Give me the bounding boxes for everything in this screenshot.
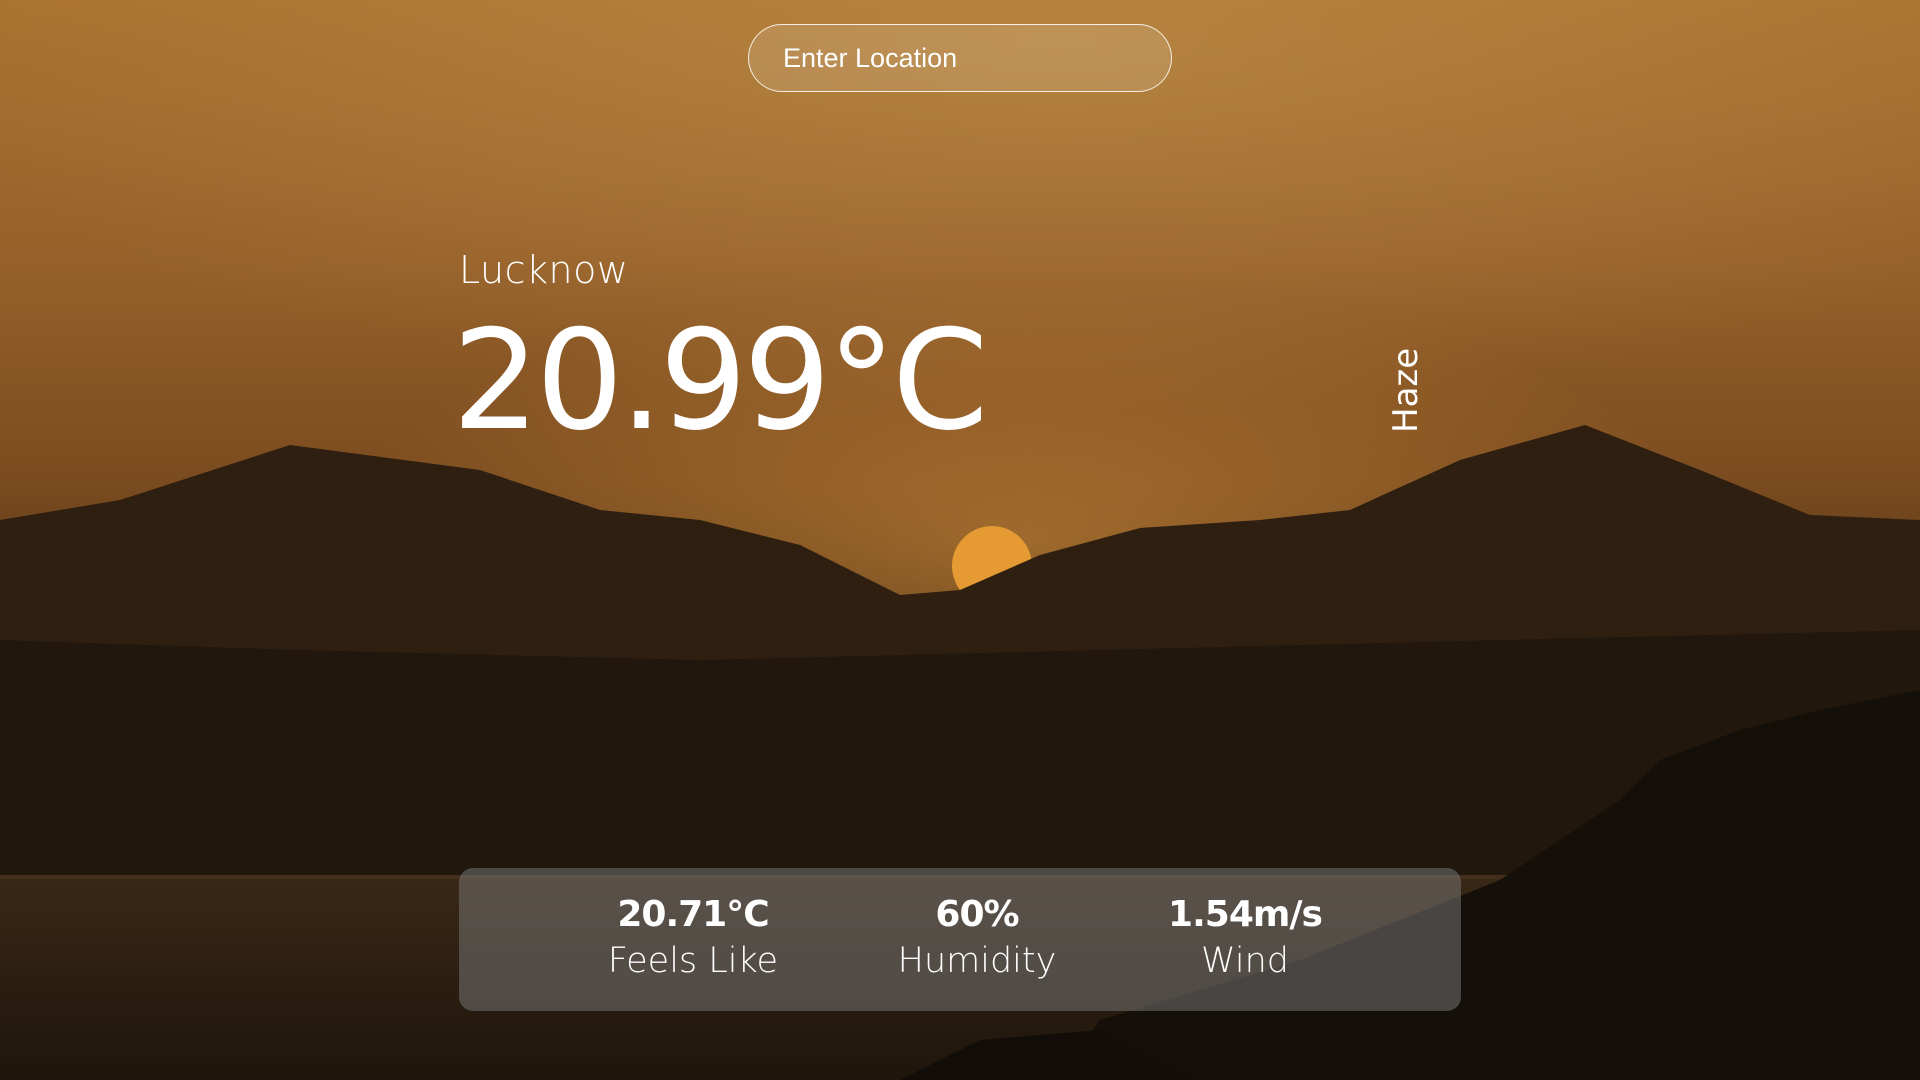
feels-like-stat: 20.71°C Feels Like [608,894,778,986]
feels-like-value: 20.71°C [617,894,769,935]
search-bar [748,24,1172,92]
current-temperature: 20.99°C [452,300,988,461]
humidity-value: 60% [935,894,1019,935]
humidity-stat: 60% Humidity [898,894,1057,986]
feels-like-label: Feels Like [607,941,779,981]
city-name: Lucknow [459,248,629,292]
location-search-input[interactable] [748,24,1172,92]
humidity-label: Humidity [897,941,1057,981]
wind-label: Wind [1201,941,1289,981]
weather-condition: Haze [1386,347,1426,433]
wind-stat: 1.54m/s Wind [1168,894,1323,986]
wind-value: 1.54m/s [1168,894,1323,935]
weather-details-panel: 20.71°C Feels Like 60% Humidity 1.54m/s … [459,868,1461,1011]
